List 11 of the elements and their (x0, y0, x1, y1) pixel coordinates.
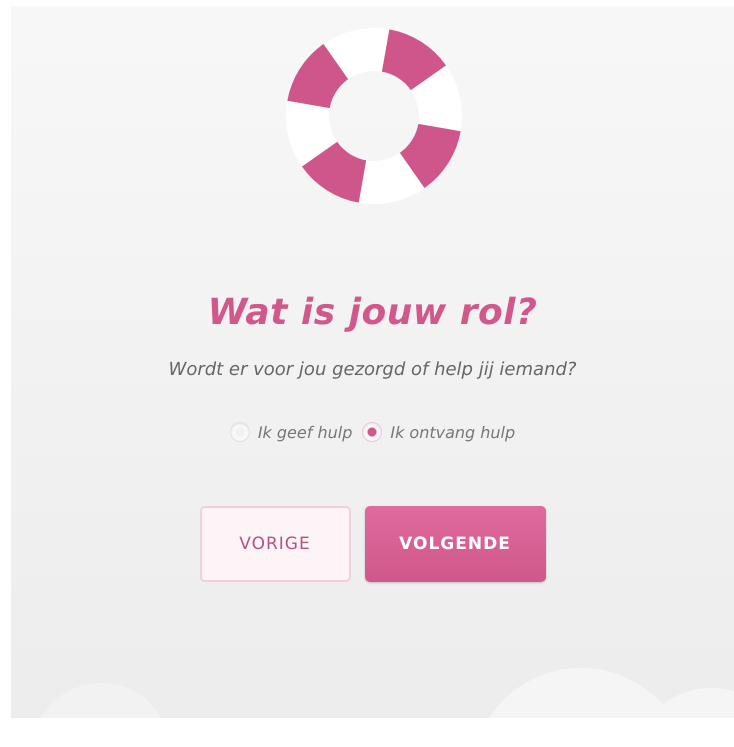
radio-button[interactable] (230, 422, 250, 442)
role-option[interactable]: Ik ontvang hulp (362, 422, 516, 442)
option-label: Ik ontvang hulp (390, 422, 516, 442)
option-label: Ik geef hulp (258, 422, 352, 442)
previous-button[interactable]: VORIGE (200, 506, 350, 582)
role-option[interactable]: Ik geef hulp (230, 422, 352, 442)
next-button[interactable]: VOLGENDE (364, 506, 546, 582)
lifebuoy-icon (284, 26, 464, 206)
page-title: Wat is jouw rol? (208, 292, 538, 333)
radio-button[interactable] (362, 422, 382, 442)
question-text: Wordt er voor jou gezorgd of help jij iemand? (168, 359, 576, 380)
